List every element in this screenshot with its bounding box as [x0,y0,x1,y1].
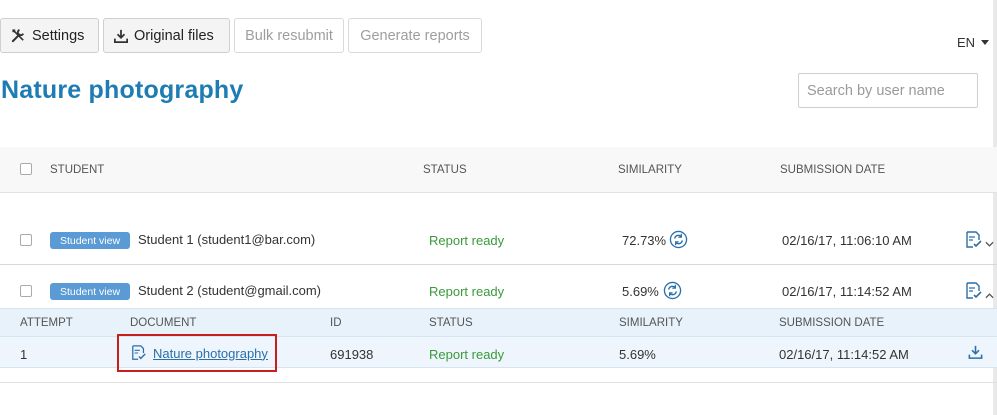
generate-reports-button[interactable]: Generate reports [348,18,482,53]
table-header: STUDENT STATUS SIMILARITY SUBMISSION DAT… [0,147,997,193]
header-status: STATUS [423,164,467,176]
download-icon [114,29,128,43]
document-link[interactable]: Nature photography [153,346,268,361]
download-icon[interactable] [968,345,983,362]
chevron-up-icon[interactable] [985,287,994,302]
search-input[interactable] [798,73,978,108]
document-report-icon [132,345,146,360]
chevron-down-icon[interactable] [985,236,994,251]
status-text: Report ready [429,233,505,248]
student-view-badge[interactable]: Student view [50,283,130,300]
header-status: STATUS [429,317,473,329]
page-title: Nature photography [1,76,244,104]
settings-button[interactable]: Settings [0,18,99,53]
toolbar: Settings Original files Bulk resubmit Ge… [0,18,482,53]
header-attempt: ATTEMPT [20,317,73,329]
submission-date: 02/16/17, 11:06:10 AM [782,233,912,248]
header-submission-date: SUBMISSION DATE [780,164,886,176]
student-view-badge[interactable]: Student view [50,232,130,249]
submission-date: 02/16/17, 11:14:52 AM [782,284,912,299]
submission-date: 02/16/17, 11:14:52 AM [779,347,909,362]
table-row: Student view Student 1 (student1@bar.com… [0,215,997,265]
header-id: ID [330,317,342,329]
document-link-highlight: Nature photography [117,334,277,372]
status-text: Report ready [429,347,505,362]
bulk-resubmit-label: Bulk resubmit [245,27,333,44]
student-name: Student 1 (student1@bar.com) [138,232,316,247]
chevron-down-icon [981,40,990,45]
tools-icon [11,29,25,43]
attempts-header: ATTEMPT DOCUMENT ID STATUS SIMILARITY SU… [0,308,997,337]
original-files-button[interactable]: Original files [103,18,230,53]
report-icon[interactable] [965,231,983,252]
header-document: DOCUMENT [130,317,197,329]
header-submission-date: SUBMISSION DATE [779,317,885,329]
language-label: EN [957,35,976,50]
status-text: Report ready [429,284,505,299]
similarity-value: 5.69% [622,284,659,299]
document-id: 691938 [330,347,374,362]
row-checkbox[interactable] [20,234,32,246]
similarity-value: 5.69% [619,347,656,362]
refresh-icon[interactable] [669,230,688,252]
header-similarity: SIMILARITY [619,317,683,329]
bulk-resubmit-button[interactable]: Bulk resubmit [234,18,344,53]
row-checkbox[interactable] [20,285,32,297]
refresh-icon[interactable] [663,281,682,303]
language-selector[interactable]: EN [957,35,990,50]
student-name: Student 2 (student@gmail.com) [138,283,322,298]
report-icon[interactable] [965,282,983,303]
select-all-checkbox[interactable] [20,163,32,175]
attempt-number: 1 [20,347,28,362]
original-files-label: Original files [134,27,214,44]
similarity-value: 72.73% [622,233,667,248]
generate-reports-label: Generate reports [360,27,470,44]
header-student: STUDENT [50,164,105,176]
table-divider [0,382,997,383]
settings-label: Settings [32,27,85,44]
header-similarity: SIMILARITY [618,164,682,176]
